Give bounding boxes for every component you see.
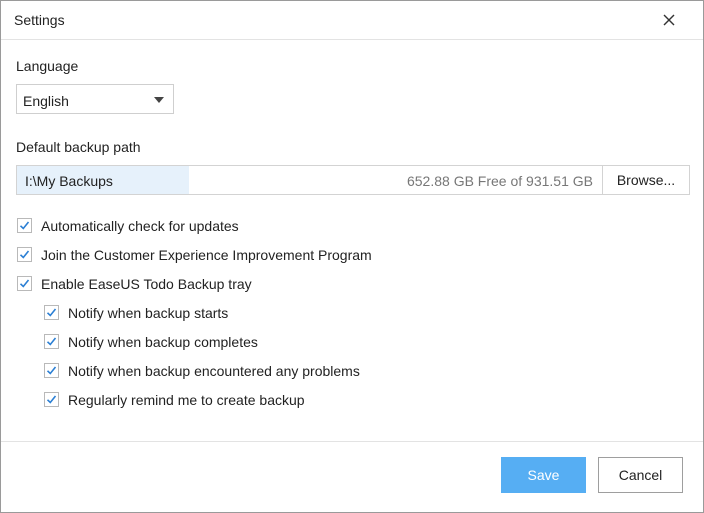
checkbox-label: Notify when backup encountered any probl…: [68, 363, 360, 379]
checkbox[interactable]: [17, 276, 32, 291]
checkbox-label: Notify when backup completes: [68, 334, 258, 350]
cancel-button[interactable]: Cancel: [598, 457, 683, 493]
settings-dialog: Settings Language English Default backup…: [0, 0, 704, 513]
checkmark-icon: [46, 366, 57, 375]
checkmark-icon: [46, 395, 57, 404]
checkmark-icon: [46, 337, 57, 346]
checkbox[interactable]: [44, 334, 59, 349]
checkmark-icon: [46, 308, 57, 317]
checkbox-label: Regularly remind me to create backup: [68, 392, 305, 408]
checkmark-icon: [19, 221, 30, 230]
checkbox[interactable]: [17, 218, 32, 233]
free-space-text: 652.88 GB Free of 931.51 GB: [406, 173, 593, 189]
checkmark-icon: [19, 279, 30, 288]
browse-button[interactable]: Browse...: [602, 166, 689, 194]
language-select[interactable]: English: [16, 84, 174, 114]
title-bar: Settings: [1, 1, 703, 40]
checkbox-label: Automatically check for updates: [41, 218, 239, 234]
backup-path-label: Default backup path: [16, 139, 141, 155]
checkbox[interactable]: [17, 247, 32, 262]
backup-path-value: I:\My Backups: [25, 173, 113, 189]
checkmark-icon: [19, 250, 30, 259]
checkbox-label: Notify when backup starts: [68, 305, 229, 321]
language-selected-value: English: [23, 93, 69, 109]
checkbox-label: Enable EaseUS Todo Backup tray: [41, 276, 252, 292]
close-button[interactable]: [659, 10, 679, 30]
checkbox[interactable]: [44, 363, 59, 378]
checkbox-label: Join the Customer Experience Improvement…: [41, 247, 372, 263]
footer-divider: [1, 441, 703, 442]
checkbox[interactable]: [44, 305, 59, 320]
chevron-down-icon: [154, 97, 164, 103]
backup-path-field[interactable]: I:\My Backups 652.88 GB Free of 931.51 G…: [16, 165, 690, 195]
language-label: Language: [16, 58, 79, 74]
save-button[interactable]: Save: [501, 457, 586, 493]
checkbox[interactable]: [44, 392, 59, 407]
dialog-title: Settings: [14, 12, 65, 28]
close-icon: [663, 14, 675, 26]
